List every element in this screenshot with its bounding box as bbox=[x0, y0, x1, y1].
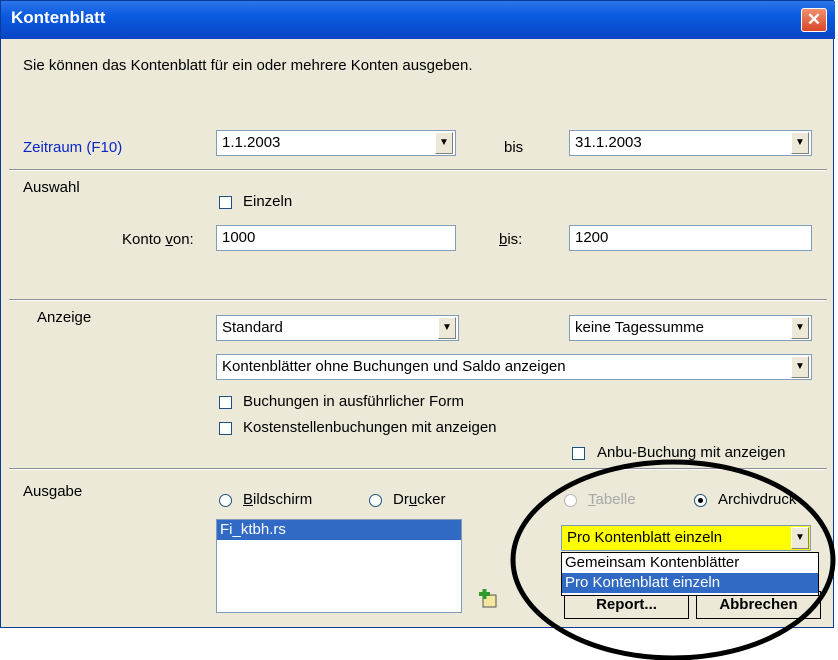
annotation-ellipse bbox=[510, 459, 836, 660]
